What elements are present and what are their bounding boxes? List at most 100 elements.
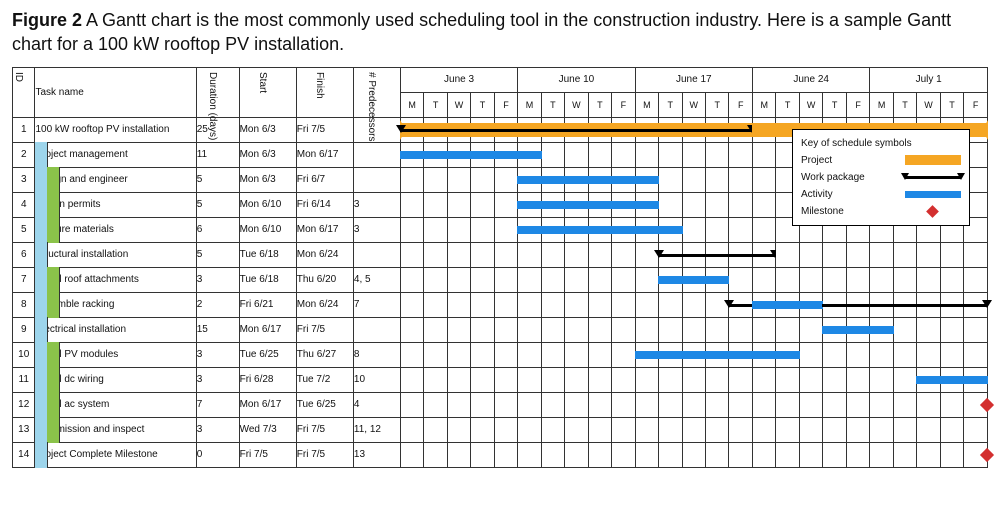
task-start: Mon 6/3	[239, 167, 296, 192]
legend: Key of schedule symbols Project Work pac…	[792, 129, 970, 226]
calendar-cell	[940, 442, 963, 467]
calendar-cell	[447, 117, 470, 142]
calendar-cell	[565, 442, 588, 467]
calendar-cell	[870, 442, 893, 467]
calendar-cell	[964, 267, 988, 292]
task-predecessors	[353, 142, 400, 167]
calendar-cell	[682, 267, 705, 292]
calendar-cell	[799, 392, 822, 417]
calendar-cell	[565, 317, 588, 342]
calendar-cell	[659, 392, 682, 417]
calendar-cell	[612, 217, 636, 242]
calendar-cell	[424, 242, 447, 267]
week-header: June 17	[635, 67, 752, 92]
calendar-cell	[400, 292, 423, 317]
calendar-cell	[400, 117, 423, 142]
calendar-cell	[565, 192, 588, 217]
calendar-cell	[799, 367, 822, 392]
table-row: 10Install PV modules3Tue 6/25Thu 6/278	[13, 342, 988, 367]
calendar-cell	[870, 317, 893, 342]
calendar-cell	[588, 417, 611, 442]
legend-milestone-label: Milestone	[801, 204, 844, 219]
task-duration: 5	[196, 242, 239, 267]
calendar-cell	[682, 217, 705, 242]
task-predecessors: 3	[353, 217, 400, 242]
task-predecessors	[353, 242, 400, 267]
calendar-cell	[729, 217, 753, 242]
task-predecessors: 3	[353, 192, 400, 217]
calendar-cell	[729, 367, 753, 392]
calendar-cell	[682, 442, 705, 467]
calendar-cell	[823, 342, 846, 367]
calendar-cell	[424, 367, 447, 392]
calendar-cell	[635, 367, 658, 392]
calendar-cell	[471, 117, 494, 142]
task-predecessors: 10	[353, 367, 400, 392]
calendar-cell	[612, 242, 636, 267]
calendar-cell	[752, 317, 775, 342]
calendar-cell	[870, 267, 893, 292]
calendar-cell	[893, 267, 916, 292]
calendar-cell	[635, 317, 658, 342]
day-header: T	[776, 92, 799, 117]
calendar-cell	[424, 217, 447, 242]
week-header: June 3	[400, 67, 517, 92]
day-header: F	[729, 92, 753, 117]
calendar-cell	[893, 442, 916, 467]
calendar-cell	[471, 242, 494, 267]
calendar-cell	[565, 142, 588, 167]
task-predecessors: 4	[353, 392, 400, 417]
calendar-cell	[846, 267, 870, 292]
calendar-cell	[940, 417, 963, 442]
task-start: Wed 7/3	[239, 417, 296, 442]
calendar-cell	[424, 342, 447, 367]
task-predecessors: 13	[353, 442, 400, 467]
calendar-cell	[659, 267, 682, 292]
col-pred: # Predecessors	[353, 67, 400, 117]
calendar-cell	[635, 342, 658, 367]
calendar-cell	[706, 242, 729, 267]
calendar-cell	[447, 192, 470, 217]
calendar-cell	[917, 392, 940, 417]
day-header: F	[846, 92, 870, 117]
task-finish: Tue 7/2	[296, 367, 353, 392]
calendar-cell	[424, 392, 447, 417]
task-id: 10	[13, 342, 35, 367]
day-header: W	[799, 92, 822, 117]
calendar-cell	[776, 267, 799, 292]
calendar-cell	[706, 417, 729, 442]
calendar-cell	[846, 367, 870, 392]
calendar-cell	[565, 217, 588, 242]
calendar-cell	[823, 292, 846, 317]
calendar-cell	[846, 292, 870, 317]
task-id: 1	[13, 117, 35, 142]
calendar-cell	[541, 167, 564, 192]
calendar-cell	[752, 192, 775, 217]
calendar-cell	[588, 167, 611, 192]
task-name: Design and engineer	[35, 167, 196, 192]
calendar-cell	[612, 317, 636, 342]
col-start: Start	[239, 67, 296, 117]
calendar-cell	[799, 292, 822, 317]
calendar-cell	[635, 292, 658, 317]
week-header: July 1	[870, 67, 988, 92]
task-duration: 5	[196, 167, 239, 192]
calendar-cell	[588, 317, 611, 342]
calendar-cell	[635, 117, 658, 142]
task-duration: 11	[196, 142, 239, 167]
task-name: Install dc wiring	[35, 367, 196, 392]
calendar-cell	[729, 417, 753, 442]
day-header: T	[706, 92, 729, 117]
calendar-cell	[565, 167, 588, 192]
calendar-cell	[424, 292, 447, 317]
task-finish: Thu 6/27	[296, 342, 353, 367]
calendar-cell	[612, 392, 636, 417]
task-start: Fri 7/5	[239, 442, 296, 467]
calendar-cell	[612, 267, 636, 292]
calendar-cell	[400, 392, 423, 417]
calendar-cell	[447, 342, 470, 367]
task-name: Procure materials	[35, 217, 196, 242]
calendar-cell	[635, 442, 658, 467]
calendar-cell	[565, 292, 588, 317]
calendar-cell	[518, 292, 541, 317]
